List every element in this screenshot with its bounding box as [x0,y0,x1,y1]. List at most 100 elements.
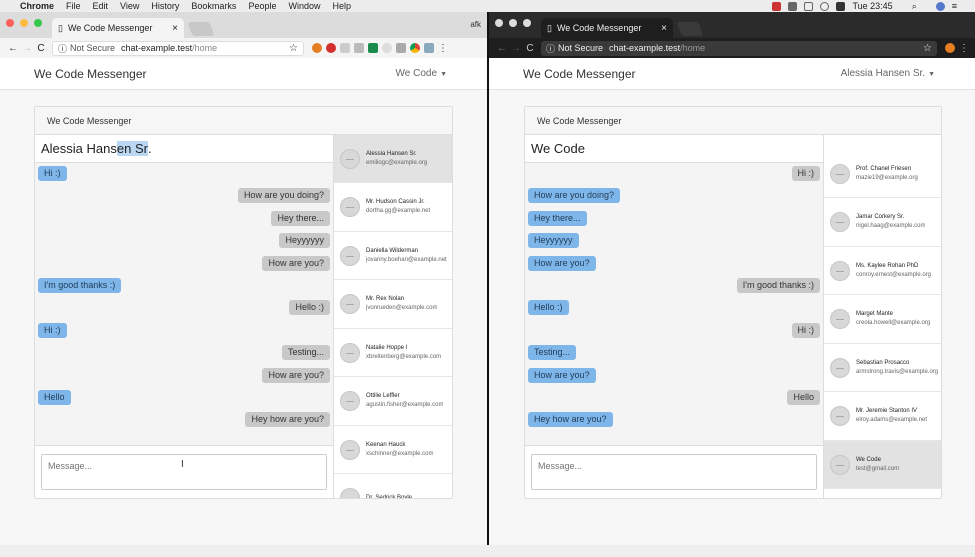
reload-icon[interactable]: C [34,43,48,54]
message-input[interactable] [41,454,327,490]
extension-icon[interactable] [312,42,322,53]
notification-center-icon[interactable]: ≡ [952,0,957,12]
extension-icon[interactable] [424,42,434,53]
menu-bookmarks[interactable]: Bookmarks [191,0,236,12]
menu-people[interactable]: People [248,0,276,12]
forward-icon[interactable]: → [509,43,523,54]
contact-email: xbreitenberg@example.com [366,353,442,360]
new-tab-button[interactable] [676,22,704,36]
new-tab-button[interactable] [187,22,215,36]
menu-app-name[interactable]: Chrome [20,0,54,12]
user-dropdown-label: Alessia Hansen Sr. [840,68,926,79]
wifi-icon[interactable] [820,1,830,11]
not-secure-label: Not Secure [70,43,116,53]
contact-list[interactable]: Alessia Hansen Sr. emiliogc@example.org Mr… [333,135,452,498]
contact-item[interactable]: Dr. Sedrick Boyle [334,475,452,498]
contact-info: Natalie Hoppe I xbreitenberg@example.com [366,344,441,362]
profile-label[interactable]: afk [470,20,481,29]
extension-icon[interactable] [340,42,350,53]
forward-icon[interactable]: → [20,43,34,54]
zoom-window-button[interactable] [523,19,531,27]
close-window-button[interactable] [6,19,14,27]
menubar-clock[interactable]: Tue 23:45 [852,0,892,12]
contact-item[interactable]: Ottilie Leffler agustin.fisher@example.co… [334,378,452,426]
contact-item[interactable]: Mr. Hudson Cassin Jr. dortha.gg@example.n… [334,184,452,232]
contact-email: jovanny.boehan@example.net [366,256,447,263]
contact-name: Mr. Rex Nolan [366,296,405,302]
close-tab-icon[interactable]: × [661,23,667,34]
contact-item[interactable]: Natalie Hoppe I xbreitenberg@example.com [334,329,452,377]
contact-item[interactable]: Jamar Corkery Sr. nigel.haag@example.com [824,199,941,247]
contact-item[interactable]: Keenan Hauck xschinner@example.com [334,426,452,474]
contact-item[interactable]: Sebastian Prosacco armstrong.travis@examp… [824,344,941,392]
more-menu-icon[interactable]: ⋮ [959,43,969,54]
tab-title: We Code Messenger [67,23,153,33]
contact-item[interactable]: Mr. Jeremie Stanton IV elroy.adams@exampl… [824,393,941,441]
contact-item[interactable]: Prof. Chanel Friesen mazie19@example.org [824,150,941,198]
message-list[interactable]: Hi :) How are you doing? Hey there... Heyyy… [525,163,823,445]
contact-item[interactable]: Daniella Wilderman jovanny.boehan@example… [334,232,452,280]
address-bar[interactable]: ⓘ Not Secure chat-example.test /home ☆ [541,40,937,56]
address-bar[interactable]: ⓘ Not Secure chat-example.test /home ☆ [52,40,304,56]
extensions-area: ⋮ [945,42,969,54]
bookmark-star-icon[interactable]: ☆ [923,43,932,54]
bluetooth-icon[interactable] [804,1,814,11]
contact-item[interactable]: Ms. Kaylee Rohan PhD conroy.ernest@exampl… [824,247,941,295]
url-host: chat-example.test [121,43,193,53]
avatar [830,163,850,184]
menu-view[interactable]: View [120,0,139,12]
user-dropdown-label: We Code [395,68,438,79]
sent-message-bubble: Hello :) [528,300,569,316]
sent-message-bubble: Hi :) [38,322,67,338]
bookmark-star-icon[interactable]: ☆ [289,43,298,54]
menu-window[interactable]: Window [288,0,320,12]
back-icon[interactable]: ← [6,43,20,54]
message-list[interactable]: Hi :) How are you doing? Hey there... Heyyy… [35,163,333,445]
opera-extension-icon[interactable] [326,42,336,53]
composer [525,445,823,498]
close-window-button[interactable] [495,19,503,27]
more-menu-icon[interactable]: ⋮ [438,43,448,54]
extension-icon[interactable] [945,42,955,53]
user-icon[interactable] [935,1,945,11]
received-message-bubble: Hi :) [791,322,820,338]
menu-file[interactable]: File [66,0,81,12]
received-message-bubble: How are you? [262,255,330,271]
info-icon[interactable]: ⓘ [546,42,555,55]
user-dropdown[interactable]: We Code ▼ [396,68,447,79]
info-icon[interactable]: ⓘ [58,42,67,55]
vue-devtools-icon[interactable] [368,42,378,53]
chrome-extension-icon[interactable] [410,42,420,53]
contact-item[interactable]: Marget Mante creola.howell@example.org [824,296,941,344]
status-icon[interactable] [772,1,782,11]
contact-item[interactable]: Alessia Hansen Sr. emiliogc@example.org [334,135,452,183]
extension-icon[interactable] [354,42,364,53]
browser-tab[interactable]: ▯ We Code Messenger × [52,18,184,38]
input-source-icon[interactable] [836,1,846,11]
close-tab-icon[interactable]: × [172,23,178,34]
app-navbar: We Code Messenger Alessia Hansen Sr. ▼ [489,58,975,90]
minimize-window-button[interactable] [509,19,517,27]
zoom-window-button[interactable] [34,19,42,27]
reload-icon[interactable]: C [523,43,537,54]
contact-email: jvonrueden@example.com [366,305,438,311]
contact-list[interactable]: Prof. Chanel Friesen mazie19@example.org J… [823,135,941,498]
minimize-window-button[interactable] [20,19,28,27]
message-input[interactable] [531,454,817,490]
menu-help[interactable]: Help [332,0,351,12]
airplay-icon[interactable] [788,1,798,11]
sent-message-bubble: Hey there... [528,210,587,226]
contact-item[interactable]: Mr. Rex Nolan jvonrueden@example.com [334,281,452,329]
app-brand[interactable]: We Code Messenger [34,67,147,81]
extension-icon[interactable] [396,42,406,53]
back-icon[interactable]: ← [495,43,509,54]
browser-tab[interactable]: ▯ We Code Messenger × [541,18,673,38]
spotlight-icon[interactable]: ⌕ [912,0,917,12]
menu-edit[interactable]: Edit [93,0,109,12]
extension-icon[interactable] [382,42,392,53]
contact-info: We Code test@gmail.com [856,456,899,474]
user-dropdown[interactable]: Alessia Hansen Sr. ▼ [841,68,935,79]
menu-history[interactable]: History [151,0,179,12]
contact-item[interactable]: We Code test@gmail.com [824,441,941,489]
app-brand[interactable]: We Code Messenger [523,67,636,81]
